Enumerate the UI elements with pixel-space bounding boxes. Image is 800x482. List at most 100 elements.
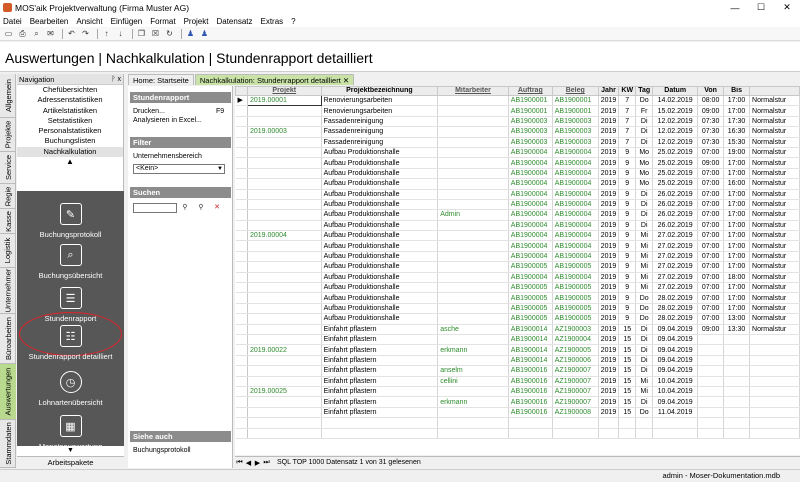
table-row[interactable]: 2019.00022 Einfahrt pflastern erkmann AB190… (235, 344, 800, 356)
table-cell[interactable]: 07:00 (697, 230, 725, 242)
row-selector[interactable] (235, 209, 248, 221)
table-cell[interactable]: 2019 (598, 344, 620, 356)
table-cell[interactable]: 17:00 (723, 209, 751, 221)
table-cell[interactable]: AB1900004 (508, 220, 553, 232)
table-cell[interactable]: AZ1900007 (552, 365, 599, 377)
table-cell[interactable] (247, 272, 322, 284)
nav-item-adressenstatistiken[interactable]: Adressenstatistiken (17, 95, 123, 105)
filter-dropdown[interactable]: <Kein> ▼ (133, 164, 225, 174)
table-cell[interactable]: 2019 (598, 334, 620, 346)
table-cell[interactable]: 28.02.2019 (652, 313, 699, 325)
table-cell[interactable]: Aufbau Produktionshalle (321, 230, 439, 242)
table-cell[interactable] (437, 386, 509, 398)
table-cell[interactable]: 2019.00004 (247, 230, 322, 242)
table-cell[interactable] (437, 230, 509, 242)
search-input[interactable] (133, 203, 177, 213)
nav-buchungsprotokoll[interactable]: ✎ Buchungsprotokoll (17, 203, 124, 239)
table-cell[interactable]: AB1900004 (508, 199, 553, 211)
table-cell[interactable]: Fassadenreinigung (321, 137, 439, 148)
table-cell[interactable]: 09.04.2019 (652, 355, 699, 367)
tab-regie[interactable]: Regie (0, 184, 16, 209)
column-header[interactable]: Von (697, 86, 725, 96)
table-cell[interactable] (437, 313, 509, 325)
table-cell[interactable] (437, 105, 509, 117)
table-cell[interactable]: Di (635, 209, 654, 221)
table-cell[interactable] (247, 334, 322, 346)
table-cell[interactable] (247, 168, 322, 180)
row-selector[interactable] (235, 365, 248, 377)
table-row[interactable] (235, 428, 800, 439)
table-cell[interactable] (437, 251, 509, 263)
table-cell[interactable] (247, 303, 322, 315)
table-cell[interactable]: 27.02.2019 (652, 261, 699, 273)
table-cell[interactable]: AB1900003 (508, 126, 553, 138)
table-cell[interactable]: 2019 (598, 230, 620, 242)
table-cell[interactable]: AB1900004 (508, 240, 553, 252)
table-cell[interactable]: AB1900003 (552, 116, 599, 128)
column-header[interactable]: Projektbezeichnung (320, 86, 439, 96)
table-cell[interactable]: Mi (635, 282, 654, 294)
table-cell[interactable]: Mi (635, 261, 654, 273)
table-cell[interactable]: 07:00 (697, 292, 725, 304)
table-cell[interactable] (723, 396, 751, 408)
table-cell[interactable]: Aufbau Produktionshalle (321, 168, 439, 180)
column-header[interactable]: Bis (723, 86, 751, 96)
menu-bearbeiten[interactable]: Bearbeiten (30, 17, 69, 26)
table-cell[interactable]: 07:00 (697, 178, 725, 190)
table-cell[interactable]: AB1900014 (508, 344, 553, 356)
table-cell[interactable]: 07:00 (697, 251, 725, 263)
table-cell[interactable] (749, 417, 800, 429)
table-row[interactable]: Aufbau Produktionshalle AB1900005 AB190000… (235, 292, 800, 304)
table-cell[interactable]: 2019 (598, 407, 620, 419)
table-cell[interactable]: Mi (635, 240, 654, 252)
table-cell[interactable]: AB1900003 (508, 116, 553, 128)
table-cell[interactable]: erkmann (437, 396, 509, 408)
table-cell[interactable] (697, 417, 725, 429)
table-cell[interactable]: AB1900004 (508, 168, 553, 180)
tab-projekte[interactable]: Projekte (0, 118, 16, 152)
menu-datensatz[interactable]: Datensatz (216, 17, 252, 26)
table-cell[interactable]: 16:00 (723, 178, 751, 190)
table-row[interactable]: Aufbau Produktionshalle AB1900005 AB190000… (235, 303, 800, 315)
close-button[interactable]: ✕ (774, 2, 800, 13)
table-cell[interactable] (247, 376, 322, 387)
table-row[interactable]: Aufbau Produktionshalle AB1900005 AB190000… (235, 282, 800, 294)
prev-record-icon[interactable]: ◀ (244, 459, 253, 467)
table-cell[interactable]: Einfahrt pflastern (321, 376, 439, 387)
nav-buchungsuebersicht[interactable]: ⌕ Buchungsübersicht (17, 244, 124, 280)
table-cell[interactable]: AB1900005 (552, 261, 599, 273)
table-cell[interactable] (437, 282, 509, 294)
table-cell[interactable]: AZ1900007 (552, 376, 599, 387)
table-cell[interactable]: 09.04.2019 (652, 334, 699, 346)
table-cell[interactable]: AB1900005 (508, 303, 553, 315)
row-selector[interactable] (235, 386, 248, 398)
tab-bueroarbeiten[interactable]: Büroarbeiten (0, 314, 16, 364)
table-row[interactable]: 2019.00003 Fassadenreinigung AB1900003 AB19… (235, 126, 800, 138)
table-cell[interactable]: 18:00 (723, 272, 751, 284)
table-cell[interactable]: 09:00 (697, 105, 725, 117)
table-cell[interactable]: 15 (618, 355, 637, 367)
table-cell[interactable]: AB1900016 (508, 376, 553, 387)
row-selector[interactable] (235, 303, 248, 315)
menu-projekt[interactable]: Projekt (184, 17, 209, 26)
table-cell[interactable] (723, 386, 751, 398)
table-cell[interactable]: AB1900001 (508, 95, 553, 107)
table-cell[interactable] (437, 261, 509, 273)
nav-item-personalstatistiken[interactable]: Personalstatistiken (17, 126, 123, 136)
table-cell[interactable]: Einfahrt pflastern (321, 344, 439, 356)
column-header[interactable]: KW (618, 86, 637, 96)
table-cell[interactable]: AB1900005 (508, 282, 553, 294)
table-cell[interactable]: 15:30 (723, 137, 751, 148)
row-selector[interactable] (235, 261, 248, 273)
table-cell[interactable] (723, 428, 751, 439)
table-cell[interactable] (247, 209, 322, 221)
clear-search-icon[interactable]: ✕ (212, 203, 222, 213)
table-cell[interactable]: Do (635, 407, 654, 419)
table-cell[interactable]: Aufbau Produktionshalle (321, 209, 439, 221)
table-cell[interactable] (321, 417, 439, 429)
table-cell[interactable]: AB1900005 (552, 292, 599, 304)
table-cell[interactable]: 27.02.2019 (652, 272, 699, 284)
table-cell[interactable]: Aufbau Produktionshalle (321, 272, 439, 284)
table-cell[interactable]: 2019 (598, 220, 620, 232)
table-cell[interactable]: asche (437, 324, 509, 336)
